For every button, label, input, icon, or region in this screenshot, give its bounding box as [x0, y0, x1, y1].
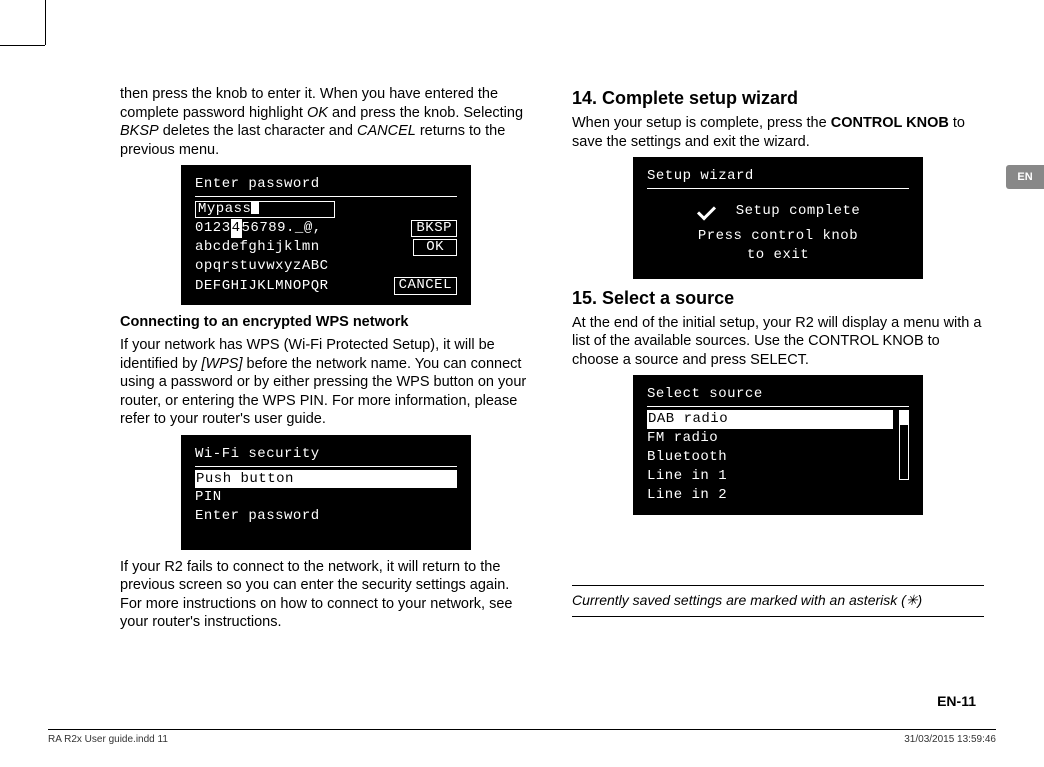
- list-item: Line in 1: [647, 467, 893, 486]
- bksp-button: BKSP: [411, 220, 457, 237]
- list-item: Push button: [195, 470, 457, 489]
- list-item: DAB radio: [647, 410, 893, 429]
- heading-15: 15. Select a source: [572, 287, 984, 310]
- para-14: When your setup is complete, press the C…: [572, 114, 984, 151]
- screen-title: Setup wizard: [647, 167, 909, 189]
- page-content: then press the knob to enter it. When yo…: [120, 85, 984, 727]
- ok-button: OK: [413, 239, 457, 256]
- list-item: Line in 2: [647, 486, 893, 505]
- para-wps: If your network has WPS (Wi-Fi Protected…: [120, 336, 532, 429]
- list-item: Bluetooth: [647, 448, 893, 467]
- footer-file: RA R2x User guide.indd 11: [48, 734, 168, 745]
- para-connect-fail: If your R2 fails to connect to the netwo…: [120, 558, 532, 632]
- list-item: Enter password: [195, 507, 457, 526]
- screen-enter-password: Enter password Mypass 0123456789._@, BKS…: [181, 165, 471, 305]
- list-item: FM radio: [647, 429, 893, 448]
- footnote: Currently saved settings are marked with…: [572, 585, 984, 617]
- right-column: 14. Complete setup wizard When your setu…: [572, 85, 984, 727]
- footer: RA R2x User guide.indd 11 31/03/2015 13:…: [48, 729, 996, 745]
- scrollbar: [899, 410, 909, 480]
- heading-14: 14. Complete setup wizard: [572, 87, 984, 110]
- check-icon: [696, 204, 718, 218]
- left-column: then press the knob to enter it. When yo…: [120, 85, 532, 727]
- screen-select-source: Select source DAB radio FM radio Bluetoo…: [633, 375, 923, 514]
- para-15: At the end of the initial setup, your R2…: [572, 314, 984, 370]
- screen-title: Enter password: [195, 175, 457, 197]
- footer-timestamp: 31/03/2015 13:59:46: [904, 734, 996, 745]
- cancel-button: CANCEL: [394, 277, 457, 294]
- para-password-entry: then press the knob to enter it. When yo…: [120, 85, 532, 159]
- screen-setup-wizard: Setup wizard Setup complete Press contro…: [633, 157, 923, 279]
- page-number: EN-11: [937, 693, 976, 709]
- language-tab: EN: [1006, 165, 1044, 189]
- screen-title: Select source: [647, 385, 909, 407]
- asterisk-icon: ✳: [906, 592, 918, 608]
- list-item: PIN: [195, 488, 457, 507]
- screen-title: Wi-Fi security: [195, 445, 457, 467]
- subhead-wps: Connecting to an encrypted WPS network: [120, 313, 532, 332]
- screen-wifi-security: Wi-Fi security Push button PIN Enter pas…: [181, 435, 471, 550]
